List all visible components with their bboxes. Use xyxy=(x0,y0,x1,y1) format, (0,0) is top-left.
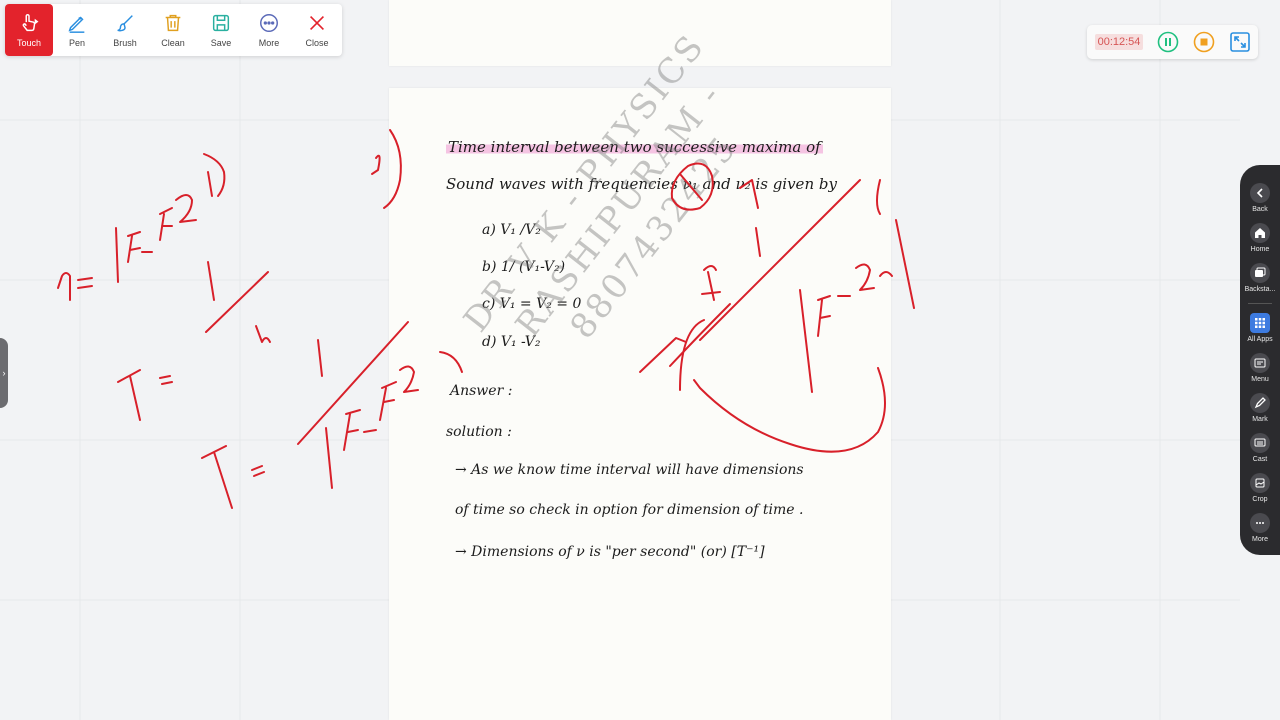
solution-line-3: → Dimensions of ν is "per second" (or) [… xyxy=(455,544,765,560)
home-icon xyxy=(1250,223,1270,243)
dock-back-label: Back xyxy=(1252,206,1268,213)
more-label: More xyxy=(258,38,280,48)
trash-icon xyxy=(165,14,181,32)
stop-icon[interactable] xyxy=(1193,31,1215,53)
clean-button[interactable]: Clean xyxy=(149,4,197,56)
recording-timer: 00:12:54 xyxy=(1095,34,1143,50)
pause-icon[interactable] xyxy=(1157,31,1179,53)
mark-icon xyxy=(1250,393,1270,413)
brush-icon xyxy=(117,15,133,32)
dock-crop[interactable]: Crop xyxy=(1240,473,1280,503)
dock-back[interactable]: Back xyxy=(1240,183,1280,213)
solution-line-1: → As we know time interval will have dim… xyxy=(455,462,804,478)
dock-all-apps[interactable]: All Apps xyxy=(1240,313,1280,343)
all-apps-icon xyxy=(1250,313,1270,333)
save-button[interactable]: Save xyxy=(197,4,245,56)
menu-icon xyxy=(1250,353,1270,373)
more-icon xyxy=(1250,513,1270,533)
close-label: Close xyxy=(305,38,329,48)
save-icon xyxy=(212,14,230,32)
crop-icon xyxy=(1250,473,1270,493)
save-label: Save xyxy=(210,38,232,48)
dock-menu[interactable]: Menu xyxy=(1240,353,1280,383)
annotation-toolbar: Touch Pen Brush Clean Save More Close xyxy=(5,4,342,56)
pen-label: Pen xyxy=(68,38,85,48)
fullscreen-icon[interactable] xyxy=(1229,31,1251,53)
sidebar-expand-handle[interactable]: › xyxy=(0,338,8,408)
dock-all-apps-label: All Apps xyxy=(1247,336,1273,343)
cast-icon xyxy=(1250,433,1270,453)
dock-backstage-label: Backsta... xyxy=(1244,286,1276,293)
dock-separator xyxy=(1248,303,1272,304)
dock-home[interactable]: Home xyxy=(1240,223,1280,253)
brush-label: Brush xyxy=(113,38,137,48)
solution-line-2: of time so check in option for dimension… xyxy=(455,502,804,518)
dock-menu-label: Menu xyxy=(1251,376,1269,383)
dock-more[interactable]: More xyxy=(1240,513,1280,543)
clean-label: Clean xyxy=(161,38,185,48)
more-icon xyxy=(260,14,278,32)
recording-controls: 00:12:54 xyxy=(1087,25,1258,59)
dock-more-label: More xyxy=(1252,536,1268,543)
back-icon xyxy=(1250,183,1270,203)
close-icon xyxy=(309,15,325,31)
dock-home-label: Home xyxy=(1250,246,1270,253)
more-button[interactable]: More xyxy=(245,4,293,56)
dock-backstage[interactable]: Backsta... xyxy=(1240,263,1280,293)
dock-mark-label: Mark xyxy=(1252,416,1268,423)
pen-icon xyxy=(68,16,85,33)
pen-button[interactable]: Pen xyxy=(53,4,101,56)
question-text-c: is given by xyxy=(750,175,837,193)
touch-button[interactable]: Touch xyxy=(5,4,53,56)
dock-cast-label: Cast xyxy=(1252,456,1268,463)
close-button[interactable]: Close xyxy=(293,4,341,56)
dock-cast[interactable]: Cast xyxy=(1240,433,1280,463)
side-dock: Back Home Backsta... All Apps Menu Mark … xyxy=(1240,165,1280,555)
dock-crop-label: Crop xyxy=(1252,496,1268,503)
brush-button[interactable]: Brush xyxy=(101,4,149,56)
backstage-icon xyxy=(1250,263,1270,283)
touch-icon xyxy=(22,14,39,32)
touch-label: Touch xyxy=(16,38,42,48)
dock-mark[interactable]: Mark xyxy=(1240,393,1280,423)
